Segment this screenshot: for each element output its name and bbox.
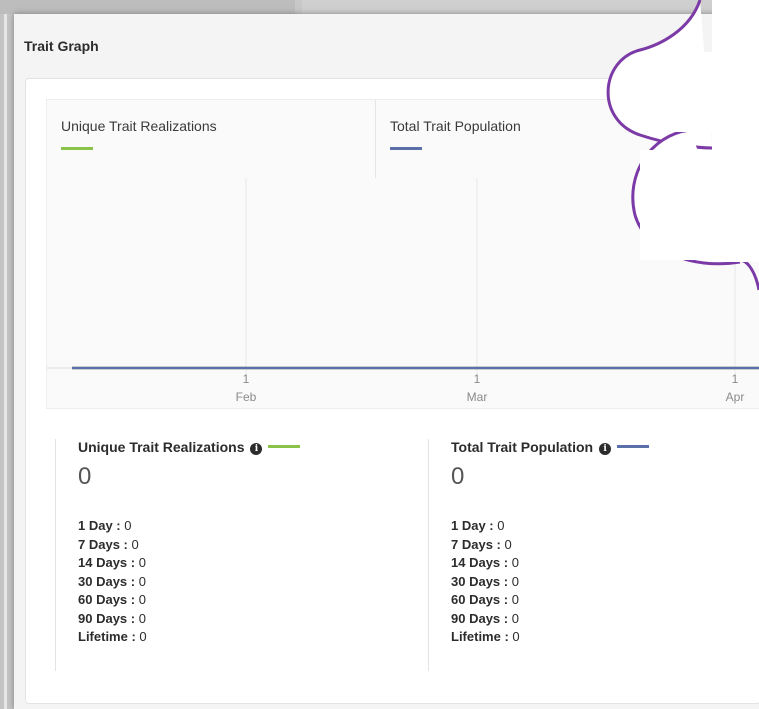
tick-label-day: 1 bbox=[243, 372, 250, 386]
stat-row: 1 Day : 0 bbox=[78, 517, 147, 536]
legend-swatch-total bbox=[390, 147, 422, 150]
stat-row: 7 Days : 0 bbox=[78, 536, 147, 555]
stat-row: 14 Days : 0 bbox=[78, 554, 147, 573]
stat-row-label: 7 Days : bbox=[451, 536, 501, 552]
stat-row-value: 0 bbox=[135, 555, 146, 570]
stat-row-label: Lifetime : bbox=[78, 629, 136, 644]
stats-unique-header: Unique Trait Realizations i bbox=[78, 439, 301, 455]
chart-area: 1 Feb 1 Mar 1 Apr Unique Trait Realizations T… bbox=[46, 99, 759, 409]
stats-total-total: 0 bbox=[451, 463, 465, 490]
stat-row: 30 Days : 0 bbox=[78, 573, 147, 592]
stat-row-label: 14 Days : bbox=[78, 555, 136, 570]
background-stripe bbox=[4, 14, 7, 709]
stats-unique-title: Unique Trait Realizations bbox=[78, 439, 245, 455]
stat-row: 14 Days : 0 bbox=[451, 554, 520, 573]
stat-row-label: 1 Day : bbox=[451, 518, 494, 533]
stat-row-label: 90 Days : bbox=[451, 610, 509, 626]
stats-total-swatch bbox=[617, 445, 650, 448]
stat-row: Lifetime : 0 bbox=[78, 628, 147, 647]
stat-row-label: 60 Days : bbox=[78, 592, 136, 607]
stat-row: 90 Days : 0 bbox=[78, 610, 147, 629]
stat-row-label: 90 Days : bbox=[78, 610, 136, 626]
stat-row: 7 Days : 0 bbox=[451, 536, 520, 555]
stat-row-value: 0 bbox=[508, 610, 519, 626]
stat-row: 30 Days : 0 bbox=[451, 573, 520, 592]
tick-label-day: 1 bbox=[732, 372, 739, 386]
stats-total: Total Trait Population i 0 1 Day : 07 Day… bbox=[428, 439, 759, 671]
stat-row-value: 0 bbox=[500, 536, 512, 552]
stat-row: 60 Days : 0 bbox=[78, 591, 147, 610]
stat-row-value: 0 bbox=[135, 573, 146, 589]
stat-row-value: 0 bbox=[508, 555, 519, 570]
stats-total-header: Total Trait Population i bbox=[451, 439, 650, 455]
stats-unique-total: 0 bbox=[78, 463, 92, 490]
stats-unique: Unique Trait Realizations i 0 1 Day : 07 … bbox=[55, 439, 428, 671]
stat-row-label: 30 Days : bbox=[451, 573, 509, 589]
trait-graph-card: 1 Feb 1 Mar 1 Apr Unique Trait Realizations T… bbox=[25, 78, 759, 704]
stats-unique-rows: 1 Day : 07 Days : 0 14 Days : 0 30 Days : … bbox=[78, 517, 147, 647]
stat-row-value: 0 bbox=[493, 518, 505, 533]
stat-row: Lifetime : 0 bbox=[451, 628, 520, 647]
stat-row-label: Lifetime : bbox=[451, 629, 509, 644]
tick-label-month: Feb bbox=[236, 390, 257, 404]
stat-row-value: 0 bbox=[508, 592, 519, 607]
stat-row-label: 14 Days : bbox=[451, 555, 509, 570]
background-top-right bbox=[302, 0, 759, 14]
tick-label-month: Mar bbox=[467, 390, 488, 404]
tick-label-month: Apr bbox=[726, 390, 745, 404]
legend-label-total: Total Trait Population bbox=[390, 118, 521, 134]
stat-row-value: 0 bbox=[135, 592, 146, 607]
info-icon[interactable]: i bbox=[250, 443, 263, 455]
stat-row: 60 Days : 0 bbox=[451, 591, 520, 610]
legend-swatch-unique bbox=[61, 147, 93, 150]
stat-row-label: 30 Days : bbox=[78, 573, 136, 589]
stat-row-value: 0 bbox=[135, 610, 146, 626]
legend-tab-unique[interactable]: Unique Trait Realizations bbox=[47, 100, 376, 178]
stats-total-title: Total Trait Population bbox=[451, 439, 594, 455]
stat-row-value: 0 bbox=[127, 536, 139, 552]
legend-tab-total[interactable]: Total Trait Population bbox=[376, 100, 759, 178]
stat-row-value: 0 bbox=[120, 518, 132, 533]
stat-row-value: 0 bbox=[135, 629, 147, 644]
background-top-left bbox=[0, 0, 295, 14]
stat-row: 1 Day : 0 bbox=[451, 517, 520, 536]
tick-label-day: 1 bbox=[474, 372, 481, 386]
stat-row: 90 Days : 0 bbox=[451, 610, 520, 629]
stat-row-label: 1 Day : bbox=[78, 518, 121, 533]
stats-total-rows: 1 Day : 07 Days : 0 14 Days : 0 30 Days : … bbox=[451, 517, 520, 647]
background-left bbox=[0, 14, 14, 709]
stat-row-value: 0 bbox=[508, 573, 519, 589]
info-icon[interactable]: i bbox=[599, 443, 612, 455]
stat-row-label: 7 Days : bbox=[78, 536, 128, 552]
legend-label-unique: Unique Trait Realizations bbox=[61, 118, 217, 134]
trait-graph-panel: Trait Graph 1 Feb 1 Mar 1 Apr Unique Trait Re… bbox=[14, 14, 759, 709]
stat-row-label: 60 Days : bbox=[451, 592, 509, 607]
panel-title: Trait Graph bbox=[24, 38, 99, 54]
stat-row-value: 0 bbox=[508, 629, 520, 644]
stats-unique-swatch bbox=[268, 445, 301, 448]
background-top bbox=[0, 0, 759, 14]
